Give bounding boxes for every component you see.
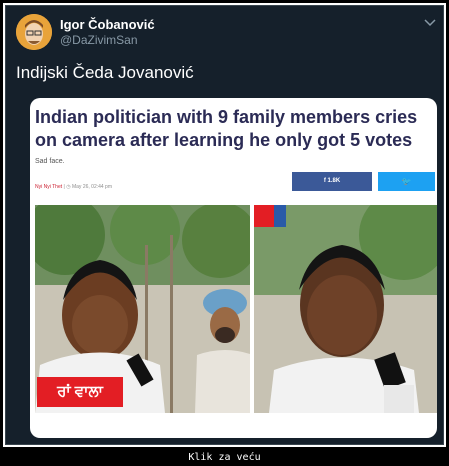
twitter-icon: 🐦 (401, 177, 412, 186)
article-meta: Nyi Nyi Thet | ◷ May 26, 02:44 pm (35, 184, 113, 190)
photo-caption-overlay: ਰਾਂ ਵਾਲਾ (37, 377, 123, 407)
tweet-text: Indijski Čeda Jovanović (16, 63, 194, 82)
article-author: Nyi Nyi Thet (35, 184, 63, 190)
facebook-share-button: f 1.8K (292, 172, 372, 191)
tweet-card[interactable]: Igor Čobanović @DaZivimSan Indijski Čeda… (5, 5, 444, 445)
facebook-share-count: 1.8K (327, 178, 341, 184)
article-subtitle: Sad face. (35, 158, 65, 165)
tweet-image[interactable]: Indian politician with 9 family members … (30, 98, 437, 438)
screenshot-frame: Igor Čobanović @DaZivimSan Indijski Čeda… (3, 3, 446, 447)
twitter-share-button: 🐦 (378, 172, 435, 191)
footer-link[interactable]: Klik za veću (0, 452, 449, 463)
article-date: May 26, 02:44 pm (71, 184, 113, 190)
avatar[interactable] (16, 14, 52, 50)
article-headline: Indian politician with 9 family members … (35, 107, 418, 150)
author-handle[interactable]: @DaZivimSan (60, 33, 138, 47)
left-photo: ਰਾਂ ਵਾਲਾ (35, 205, 250, 413)
chevron-down-icon[interactable] (424, 16, 436, 30)
facebook-icon: f (323, 178, 326, 184)
right-photo (254, 205, 437, 413)
author-name[interactable]: Igor Čobanović (60, 17, 155, 32)
